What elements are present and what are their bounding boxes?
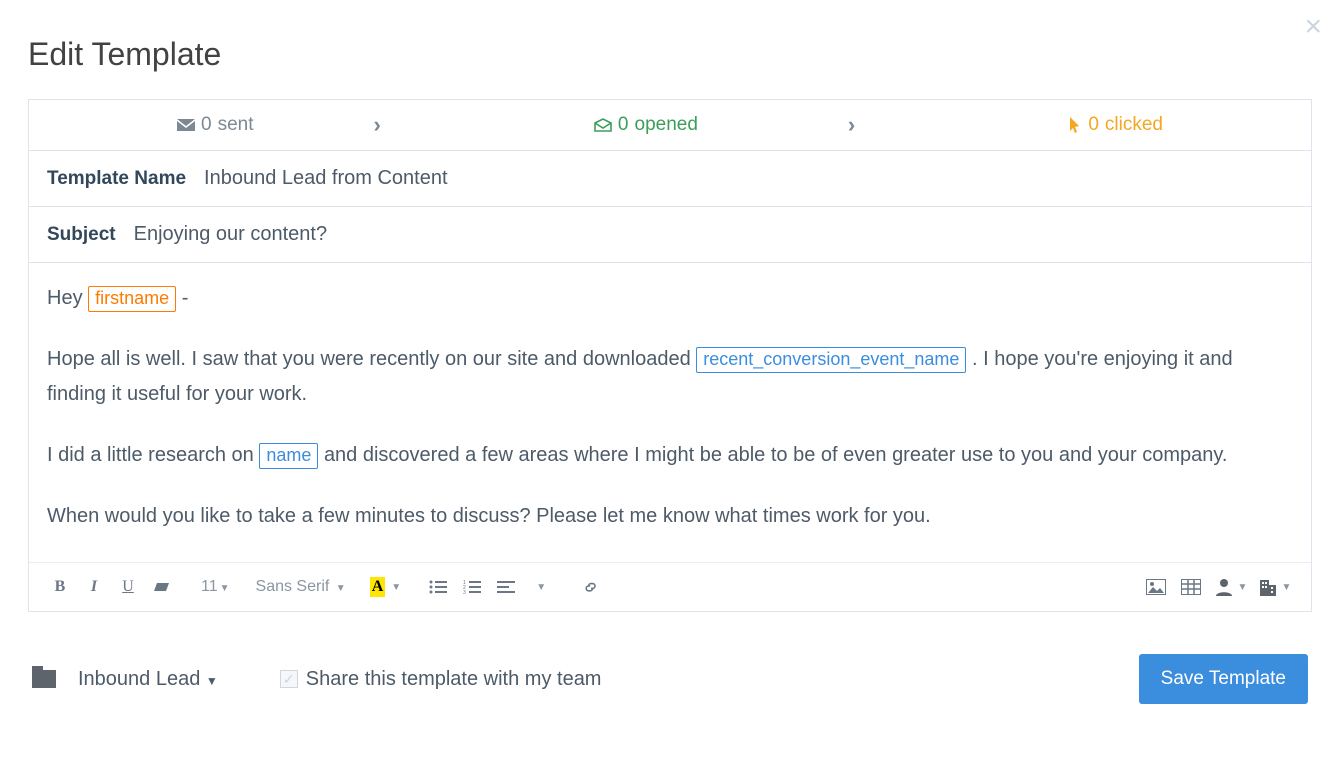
body-paragraph: I did a little research on name and disc… <box>47 438 1293 473</box>
body-paragraph: Hey firstname - <box>47 281 1293 316</box>
table-button[interactable] <box>1175 573 1207 601</box>
subject-row: Subject Enjoying our content? <box>29 207 1311 263</box>
image-button[interactable] <box>1141 573 1171 601</box>
close-icon[interactable]: × <box>1304 10 1322 44</box>
subject-label: Subject <box>47 224 116 246</box>
template-name-label: Template Name <box>47 168 186 190</box>
font-size-select[interactable]: 11▼ <box>199 578 232 596</box>
folder-icon <box>32 670 56 688</box>
envelope-icon <box>177 119 195 131</box>
cursor-icon <box>1068 117 1082 133</box>
share-toggle[interactable]: ✓ Share this template with my team <box>280 668 602 691</box>
body-paragraph: Hope all is well. I saw that you were re… <box>47 342 1293 412</box>
stat-opened: 0 opened <box>594 114 698 136</box>
italic-button[interactable]: I <box>79 573 109 601</box>
chevron-right-icon: › <box>374 112 381 138</box>
share-label: Share this template with my team <box>306 668 602 691</box>
font-color-button[interactable]: A ▼ <box>370 577 401 597</box>
template-name-input[interactable]: Inbound Lead from Content <box>204 167 1293 190</box>
stat-clicked-count: 0 <box>1088 114 1099 136</box>
stat-clicked: 0 clicked <box>1068 114 1163 136</box>
stat-sent-count: 0 <box>201 114 212 136</box>
editor-body[interactable]: Hey firstname - Hope all is well. I saw … <box>29 263 1311 562</box>
stat-opened-count: 0 <box>618 114 629 136</box>
editor-panel: 0 sent › 0 opened › 0 clicked Template N… <box>28 99 1312 612</box>
bold-button[interactable]: B <box>45 573 75 601</box>
svg-text:3: 3 <box>463 590 466 594</box>
font-family-select[interactable]: Sans Serif ▼ <box>254 578 348 596</box>
stat-sent: 0 sent <box>177 114 254 136</box>
folder-select[interactable]: Inbound Lead ▼ <box>78 668 218 691</box>
bullet-list-button[interactable] <box>423 573 453 601</box>
stat-clicked-label: clicked <box>1105 114 1163 136</box>
checkbox-icon[interactable]: ✓ <box>280 670 298 688</box>
more-format-button[interactable]: ▼ <box>525 573 555 601</box>
dialog-title: Edit Template <box>28 36 1312 73</box>
dialog-footer: Inbound Lead ▼ ✓ Share this template wit… <box>28 654 1312 704</box>
stat-sent-label: sent <box>218 114 254 136</box>
link-button[interactable] <box>577 573 607 601</box>
body-paragraph: When would you like to take a few minute… <box>47 499 1293 534</box>
token-name[interactable]: name <box>259 443 318 469</box>
template-name-row: Template Name Inbound Lead from Content <box>29 151 1311 207</box>
stat-opened-label: opened <box>635 114 698 136</box>
stats-row: 0 sent › 0 opened › 0 clicked <box>29 100 1311 151</box>
numbered-list-button[interactable]: 123 <box>457 573 487 601</box>
clear-format-button[interactable] <box>147 573 177 601</box>
chevron-right-icon: › <box>848 112 855 138</box>
company-token-button[interactable]: ▼ <box>1255 573 1295 601</box>
person-token-button[interactable]: ▼ <box>1211 573 1251 601</box>
save-template-button[interactable]: Save Template <box>1139 654 1308 704</box>
token-recent-conversion[interactable]: recent_conversion_event_name <box>696 347 966 373</box>
underline-button[interactable]: U <box>113 573 143 601</box>
token-firstname[interactable]: firstname <box>88 286 176 312</box>
subject-input[interactable]: Enjoying our content? <box>134 223 1293 246</box>
open-envelope-icon <box>594 118 612 132</box>
align-button[interactable] <box>491 573 521 601</box>
editor-toolbar: B I U 11▼ Sans Serif ▼ A ▼ 123 ▼ <box>29 562 1311 611</box>
